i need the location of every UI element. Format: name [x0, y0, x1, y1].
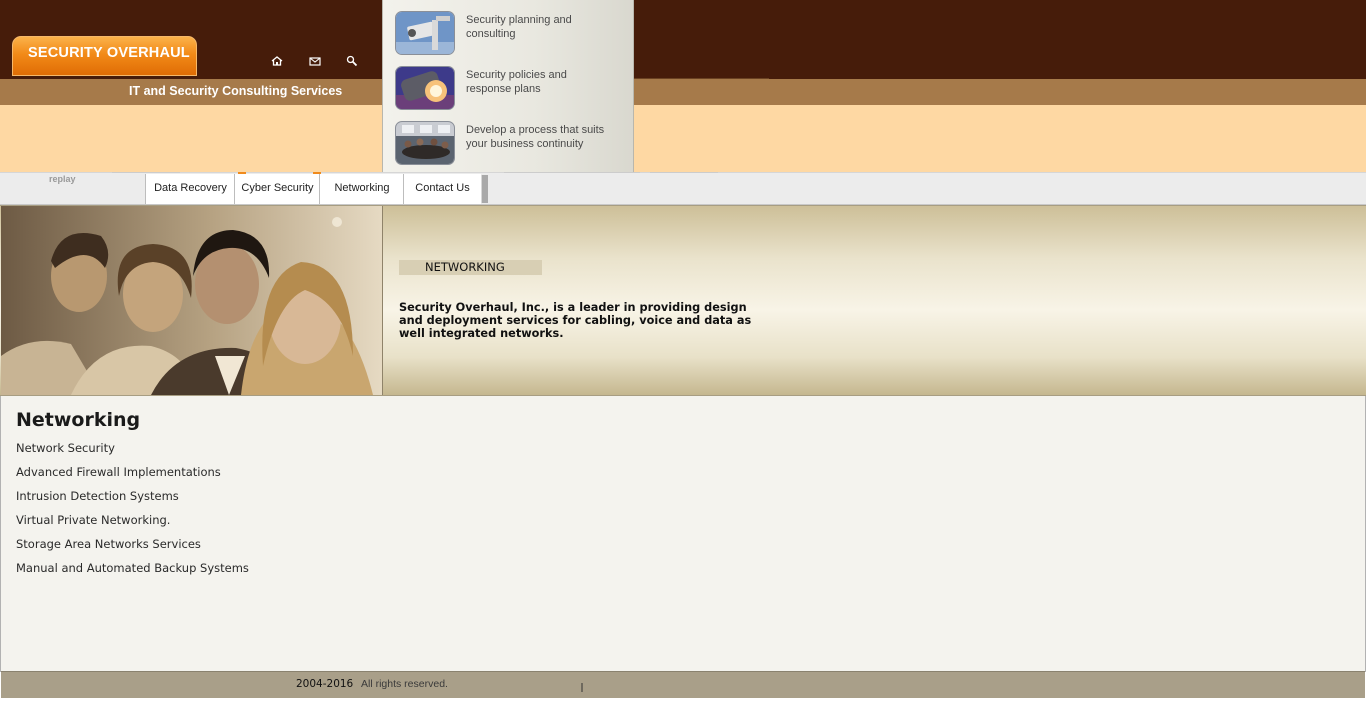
service-item: Manual and Automated Backup Systems [16, 561, 249, 575]
dropdown-item-label: Security policies and response plans [466, 69, 567, 95]
header-divider [634, 78, 769, 79]
copyright-text: All rights reserved. [361, 678, 448, 690]
nav-item-data-recovery[interactable]: Data Recovery [145, 174, 235, 204]
meeting-room-thumbnail [395, 121, 455, 165]
security-camera-thumbnail [395, 11, 455, 55]
service-item: Storage Area Networks Services [16, 537, 201, 551]
page-title: Networking [16, 409, 141, 431]
service-item: Virtual Private Networking. [16, 513, 171, 527]
services-dropdown: Security planning and consulting Security… [382, 0, 634, 173]
hero-description: Security Overhaul, Inc., is a leader in … [399, 301, 752, 340]
dropdown-item-label: Develop a process that suits your busines… [466, 124, 605, 150]
nav-divider [112, 172, 180, 173]
nav-item-networking[interactable]: Networking [319, 174, 404, 204]
site-tagline: IT and Security Consulting Services [129, 84, 343, 98]
header-band [0, 0, 1366, 79]
nav-end-cap [481, 175, 488, 203]
team-photo [1, 206, 383, 395]
nav-item-cyber-security[interactable]: Cyber Security [234, 174, 320, 204]
service-item: Intrusion Detection Systems [16, 489, 179, 503]
section-badge: NETWORKING [399, 260, 542, 275]
home-icon[interactable] [270, 54, 284, 68]
mail-icon[interactable] [308, 54, 322, 68]
service-item: Advanced Firewall Implementations [16, 465, 221, 479]
dropdown-item-policies[interactable]: Security policies and response plans [395, 66, 627, 112]
content-panel [0, 396, 1366, 672]
service-item: Network Security [16, 441, 115, 455]
nav-divider [504, 172, 572, 173]
replay-link[interactable]: replay [49, 174, 76, 184]
text-cursor-icon [581, 679, 583, 692]
site-logo[interactable]: SECURITY OVERHAUL [12, 36, 197, 76]
dropdown-item-planning[interactable]: Security planning and consulting [395, 11, 627, 57]
nav-divider [650, 172, 718, 173]
banner-band [0, 105, 1366, 172]
nav-item-contact-us[interactable]: Contact Us [403, 174, 481, 204]
footer-bar [1, 671, 1365, 698]
search-icon[interactable] [345, 54, 359, 68]
nav-divider [572, 172, 640, 173]
spotlight-thumbnail [395, 66, 455, 110]
dropdown-item-label: Security planning and consulting [466, 14, 572, 40]
dropdown-item-continuity[interactable]: Develop a process that suits your busines… [395, 121, 627, 167]
copyright-years: 2004-2016 [296, 678, 354, 690]
